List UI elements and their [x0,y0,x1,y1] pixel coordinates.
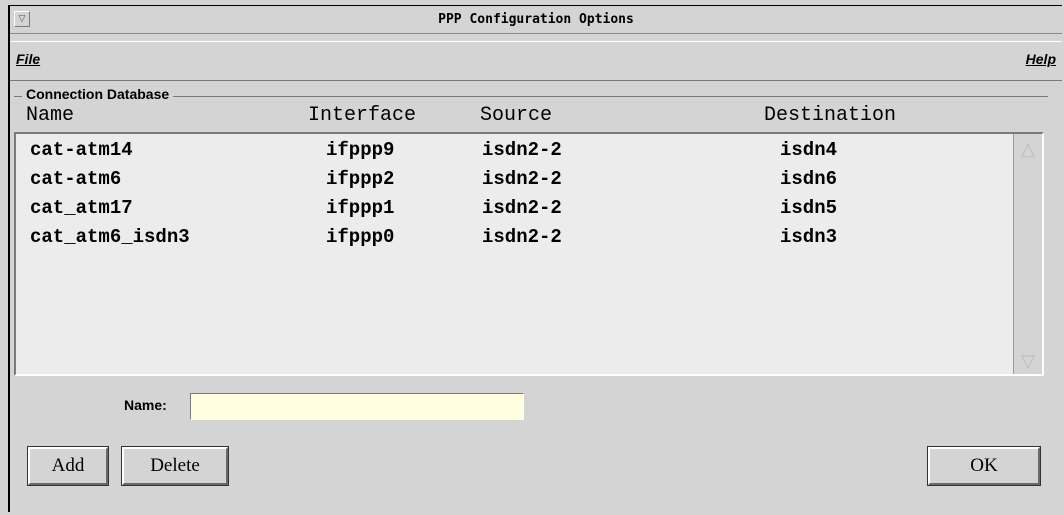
cell-name: cat-atm6 [30,168,122,190]
vertical-scrollbar[interactable]: △ ▽ [1013,134,1042,374]
name-input[interactable] [190,393,524,420]
column-header-interface: Interface [308,104,417,127]
group-label: Connection Database [22,86,174,102]
cell-destination: isdn5 [780,197,838,219]
cell-interface: ifppp9 [326,139,395,161]
window-title: PPP Configuration Options [438,12,634,27]
cell-source: isdn2-2 [482,139,562,161]
ok-button[interactable]: OK [927,446,1041,486]
menu-help-label: Help [1025,51,1056,67]
cell-source: isdn2-2 [482,168,562,190]
cell-destination: isdn3 [780,226,838,248]
table-row[interactable]: cat-atm6 ifppp2 isdn2-2 isdn6 [16,165,1006,195]
column-header-destination: Destination [764,104,897,127]
cell-destination: isdn6 [780,168,838,190]
table-row[interactable]: cat_atm17 ifppp1 isdn2-2 isdn5 [16,194,1006,224]
scroll-down-arrow-icon[interactable]: ▽ [1018,352,1038,370]
connection-list[interactable]: cat-atm14 ifppp9 isdn2-2 isdn4 cat-atm6 … [14,132,1044,376]
menu-help[interactable]: Help [1026,51,1056,67]
menu-file-label: File [16,51,41,67]
add-button[interactable]: Add [27,446,109,486]
cell-interface: ifppp1 [326,197,395,219]
cell-name: cat_atm17 [30,197,133,219]
table-row[interactable]: cat_atm6_isdn3 ifppp0 isdn2-2 isdn3 [16,223,1006,253]
name-field-label: Name: [124,397,167,413]
cell-interface: ifppp0 [326,226,395,248]
cell-source: isdn2-2 [482,226,562,248]
table-row[interactable]: cat-atm14 ifppp9 isdn2-2 isdn4 [16,136,1006,166]
cell-interface: ifppp2 [326,168,395,190]
cell-destination: isdn4 [780,139,838,161]
cell-source: isdn2-2 [482,197,562,219]
title-bar[interactable]: ▽ PPP Configuration Options [10,6,1062,34]
menu-bar: File Help [10,41,1062,81]
column-header-name: Name [26,104,75,127]
scroll-up-arrow-icon[interactable]: △ [1018,140,1038,158]
cell-name: cat-atm14 [30,139,133,161]
menu-file[interactable]: File [16,51,40,67]
cell-name: cat_atm6_isdn3 [30,226,190,248]
column-header-source: Source [480,104,553,127]
delete-button[interactable]: Delete [121,446,229,486]
